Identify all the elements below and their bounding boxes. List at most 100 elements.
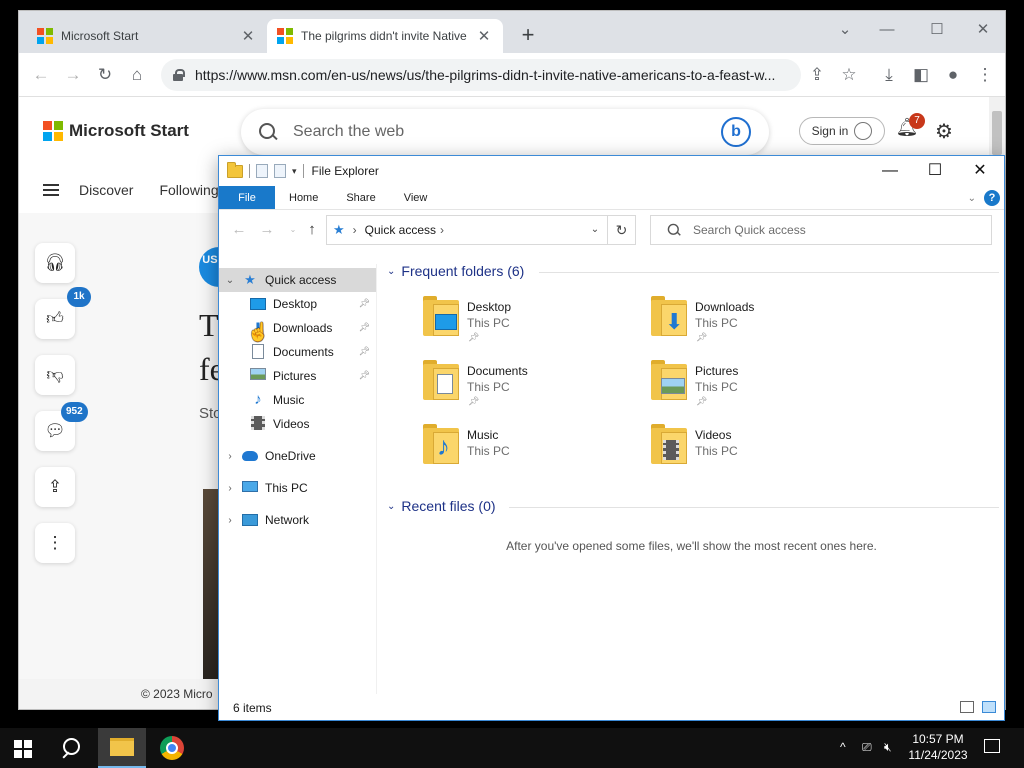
nav-label: This PC [265, 481, 308, 495]
new-tab-button[interactable]: + [517, 24, 539, 47]
up-arrow-icon[interactable]: ↑ [303, 221, 321, 239]
recent-locations-chevron-icon[interactable]: ⌄ [284, 221, 302, 239]
address-bar[interactable]: https://www.msn.com/en-us/news/us/the-pi… [161, 59, 801, 91]
nav-pictures[interactable]: Pictures 📌︎ [219, 364, 376, 388]
download-icon[interactable]: ⤓ [877, 63, 901, 87]
taskbar-chrome[interactable] [148, 728, 196, 768]
minimize-button[interactable]: — [867, 17, 907, 43]
pin-icon: 📌︎ [468, 396, 480, 406]
action-center-icon[interactable] [984, 739, 1000, 753]
folder-tile-desktop[interactable]: Desktop This PC 📌︎ [421, 294, 641, 354]
web-search-box[interactable]: Search the web b [241, 109, 769, 155]
dislike-thumbs-down-icon[interactable]: 👎︎ [35, 355, 75, 395]
collapsed-chevron-icon[interactable]: › [219, 483, 241, 494]
folder-tile-pictures[interactable]: Pictures This PC 📌︎ [649, 358, 869, 418]
nav-music[interactable]: ♪ Music [219, 388, 376, 412]
msn-brand[interactable]: Microsoft Start [43, 121, 189, 141]
address-bar[interactable]: ★ › Quick access › ⌄ ↻ [326, 215, 636, 245]
nav-quick-access[interactable]: ⌄ ★ Quick access [219, 268, 376, 292]
bookmark-star-icon[interactable]: ☆ [837, 63, 861, 87]
breadcrumb-chevron-icon[interactable]: › [440, 223, 444, 237]
network-icon[interactable]: ⎚ [862, 740, 872, 755]
sign-in-button[interactable]: Sign in [799, 117, 885, 145]
breadcrumb-quick-access[interactable]: Quick access [365, 223, 436, 237]
nav-videos[interactable]: Videos [219, 412, 376, 436]
close-tab-icon[interactable]: ✕ [475, 27, 493, 45]
collapsed-chevron-icon[interactable]: › [219, 451, 241, 462]
profile-avatar-icon[interactable]: ● [941, 63, 965, 87]
frequent-folders-header[interactable]: ⌄ Frequent folders (6) [387, 263, 524, 279]
tab-view[interactable]: View [390, 186, 442, 209]
tab-search-chevron-icon[interactable]: ⌄ [825, 17, 865, 43]
nav-network[interactable]: › Network [219, 508, 376, 532]
tab-share[interactable]: Share [332, 186, 389, 209]
expanded-chevron-icon[interactable]: ⌄ [219, 275, 241, 286]
nav-following[interactable]: Following [159, 182, 218, 198]
volume-muted-icon[interactable]: 🔇︎ [884, 740, 892, 755]
share-icon[interactable]: ⇪ [805, 63, 829, 87]
home-icon[interactable]: ⌂ [125, 63, 149, 87]
tab-home[interactable]: Home [275, 186, 332, 209]
maximize-button[interactable]: ☐ [912, 156, 958, 186]
reload-icon[interactable]: ↻ [93, 63, 117, 87]
tab-article[interactable]: The pilgrims didn't invite Native ✕ [267, 19, 503, 53]
more-options-icon[interactable]: ⋮ [35, 523, 75, 563]
close-button[interactable]: ✕ [957, 156, 1003, 186]
search-icon[interactable] [60, 736, 84, 760]
notifications-button[interactable]: 🔔︎ 7 [895, 113, 925, 143]
share-icon[interactable]: ⇪ [35, 467, 75, 507]
maximize-button[interactable]: ☐ [917, 17, 957, 43]
tab-file[interactable]: File [219, 186, 275, 209]
start-windows-icon[interactable] [14, 740, 32, 758]
folder-tile-music[interactable]: ♪ Music This PC [421, 422, 641, 482]
nav-label: Network [265, 513, 310, 527]
nav-label: Documents [273, 345, 334, 359]
nav-desktop[interactable]: Desktop 📌︎ [219, 292, 376, 316]
menu-kebab-icon[interactable]: ⋮ [973, 63, 997, 87]
folder-tile-videos[interactable]: Videos This PC [649, 422, 869, 482]
details-view-icon[interactable] [960, 701, 974, 713]
show-hidden-icons-chevron-icon[interactable]: ^ [840, 740, 846, 754]
recent-files-header[interactable]: ⌄ Recent files (0) [387, 498, 496, 514]
breadcrumb-chevron-icon[interactable]: › [353, 223, 357, 237]
nav-downloads[interactable]: ⬇ Downloads 📌︎ [219, 316, 376, 340]
expand-ribbon-chevron-icon[interactable]: ⌄ [968, 193, 976, 204]
clock[interactable]: 10:57 PM 11/24/2023 [900, 731, 976, 763]
refresh-icon[interactable]: ↻ [607, 216, 635, 244]
close-button[interactable]: ✕ [963, 17, 1003, 43]
picture-icon [249, 368, 267, 384]
folder-tile-documents[interactable]: Documents This PC 📌︎ [421, 358, 641, 418]
back-arrow-icon[interactable]: ← [29, 63, 53, 87]
like-thumbs-up-icon[interactable]: 👍︎ [35, 299, 75, 339]
large-icons-view-icon[interactable] [982, 701, 996, 713]
tab-microsoft-start[interactable]: Microsoft Start ✕ [27, 19, 267, 53]
address-dropdown-icon[interactable]: ⌄ [585, 216, 605, 244]
taskbar-file-explorer[interactable] [98, 728, 146, 768]
help-icon[interactable]: ? [984, 190, 1000, 206]
folder-tile-downloads[interactable]: ⬇ Downloads This PC 📌︎ [649, 294, 869, 354]
new-folder-icon[interactable] [274, 164, 286, 178]
search-input[interactable]: Search Quick access [650, 215, 992, 245]
forward-arrow-icon[interactable]: → [61, 63, 85, 87]
side-panel-icon[interactable]: ◧ [909, 63, 933, 87]
listen-headphones-icon[interactable]: 🎧︎ [35, 243, 75, 283]
nav-onedrive[interactable]: › OneDrive [219, 444, 376, 468]
desktop-icon [249, 296, 267, 312]
scrollbar-thumb[interactable] [992, 111, 1002, 155]
forward-arrow-icon[interactable]: → [258, 221, 276, 239]
nav-this-pc[interactable]: › This PC [219, 476, 376, 500]
bing-icon[interactable]: b [721, 117, 751, 147]
nav-discover[interactable]: Discover [79, 182, 133, 198]
back-arrow-icon[interactable]: ← [230, 221, 248, 239]
nav-documents[interactable]: Documents 📌︎ [219, 340, 376, 364]
hamburger-menu-icon[interactable] [43, 184, 59, 196]
settings-gear-icon[interactable]: ⚙ [935, 119, 953, 144]
minimize-button[interactable]: — [867, 156, 913, 186]
nav-label: Videos [273, 417, 310, 431]
customize-dropdown-icon[interactable]: ▾ [292, 166, 297, 177]
computer-icon [241, 480, 259, 496]
properties-icon[interactable] [256, 164, 268, 178]
collapsed-chevron-icon[interactable]: › [219, 515, 241, 526]
close-tab-icon[interactable]: ✕ [239, 27, 257, 45]
taskbar: ^ ⎚ 🔇︎ 10:57 PM 11/24/2023 [0, 728, 1024, 768]
